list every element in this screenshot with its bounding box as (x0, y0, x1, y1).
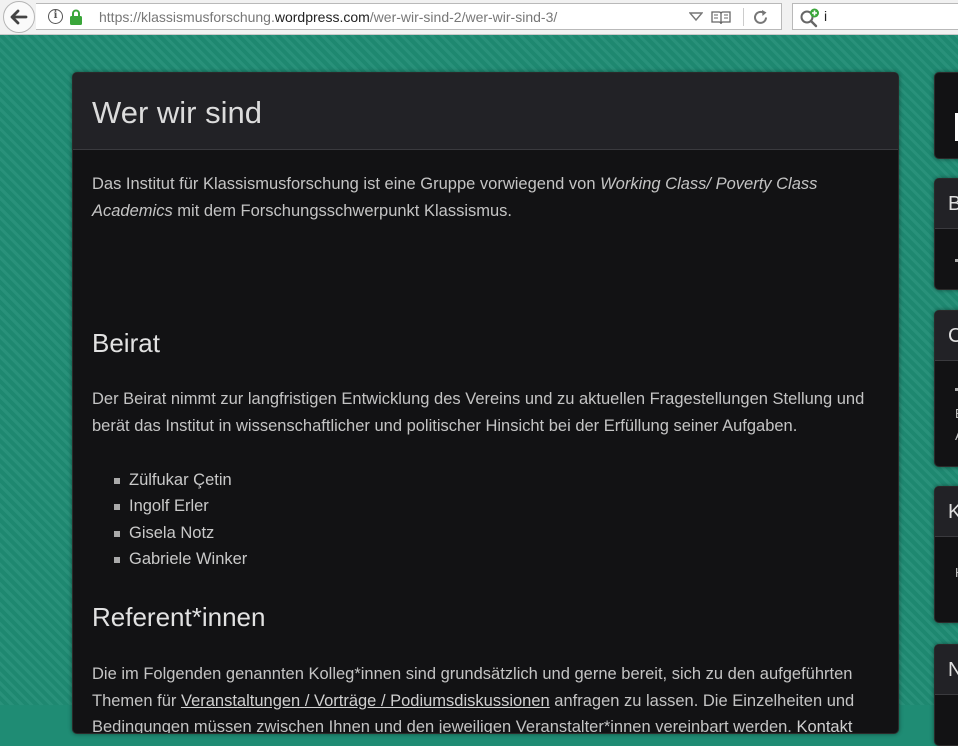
list-item: Ingolf Erler (92, 493, 247, 519)
widget-heading: K (935, 487, 958, 537)
content-panel: Wer wir sind Das Institut für Klassismus… (72, 72, 899, 734)
sidebar-widget-2: B (934, 178, 958, 290)
referenten-paragraph: Die im Folgenden genannten Kolleg*innen … (92, 661, 882, 733)
search-add-icon[interactable] (799, 8, 821, 28)
sidebar-widget-5: N (934, 644, 958, 746)
sidebar-widget-4: K H (934, 486, 958, 623)
veranstaltungen-link[interactable]: Veranstaltungen / Vorträge / Podiumsdisk… (181, 692, 550, 710)
url-path: /wer-wir-sind-2/wer-wir-sind-3/ (369, 9, 558, 25)
kontakt-link[interactable]: Kontakt (796, 718, 852, 733)
back-arrow-icon (10, 9, 28, 25)
lock-icon[interactable] (69, 9, 83, 25)
reload-icon[interactable] (752, 9, 769, 26)
url-bar[interactable]: i https://klassismusforschung.wordpress.… (36, 3, 782, 30)
info-icon[interactable]: i (48, 9, 63, 24)
intro-text-start: Das Institut für Klassismusforschung ist… (92, 175, 601, 193)
widget-heading: N (935, 645, 958, 695)
sidebar-widget-3: C E A (934, 310, 958, 467)
browser-toolbar: i https://klassismusforschung.wordpress.… (0, 0, 958, 35)
page-title: Wer wir sind (92, 95, 262, 130)
panel-header: Wer wir sind (73, 73, 898, 150)
url-host: wordpress.com (274, 9, 370, 25)
intro-text-end: mit dem Forschungsschwerpunkt Klassismus… (172, 201, 512, 220)
url-text[interactable]: https://klassismusforschung.wordpress.co… (99, 9, 557, 25)
list-item: Gabriele Winker (92, 546, 247, 572)
beirat-member-list: Zülfukar Çetin Ingolf Erler Gisela Notz … (92, 467, 247, 572)
sidebar-widget-1 (934, 72, 958, 159)
search-bar[interactable]: i (792, 3, 958, 30)
widget-heading: C (935, 311, 958, 361)
intro-paragraph: Das Institut für Klassismusforschung ist… (92, 171, 882, 224)
reader-view-icon[interactable] (711, 10, 731, 25)
beirat-paragraph: Der Beirat nimmt zur langfristigen Entwi… (92, 390, 865, 435)
beirat-heading: Beirat (92, 328, 160, 358)
search-input[interactable]: i (824, 8, 827, 24)
dropdown-arrow-icon[interactable] (689, 12, 703, 22)
back-button[interactable] (3, 1, 35, 33)
widget-heading: B (935, 179, 958, 229)
referenten-heading: Referent*innen (92, 602, 266, 632)
list-item: Zülfukar Çetin (92, 467, 247, 493)
url-separator (743, 8, 744, 26)
list-item: Gisela Notz (92, 520, 247, 546)
url-prefix: https://klassismusforschung. (99, 9, 275, 25)
